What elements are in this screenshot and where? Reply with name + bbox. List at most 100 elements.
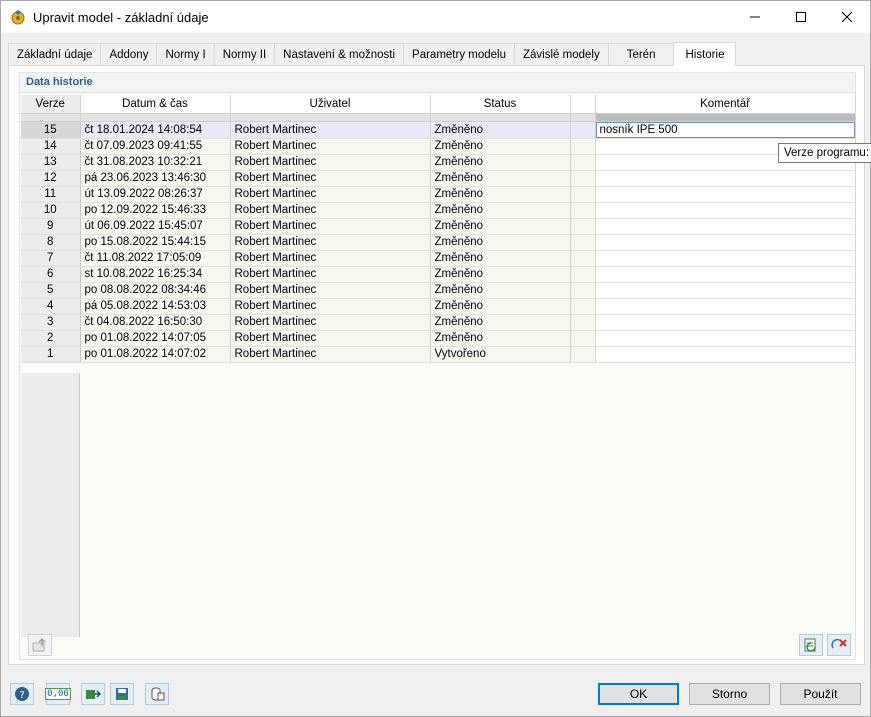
cell-comment[interactable]	[595, 282, 856, 299]
restore-version-button[interactable]	[799, 634, 823, 656]
cell-datetime: pá 05.08.2022 14:53:03	[80, 298, 231, 315]
table-row[interactable]: 7 čt 11.08.2022 17:05:09 Robert Martinec Zm…	[21, 250, 856, 267]
cell-spacer	[570, 170, 596, 187]
version-tooltip: Verze programu: 6	[778, 143, 871, 163]
tab-bar: Základní údaje Addony Normy I Normy II N…	[8, 42, 737, 66]
tab-normy-ii[interactable]: Normy II	[213, 43, 276, 65]
header-spacer	[570, 95, 596, 114]
header-status[interactable]: Status	[430, 95, 571, 114]
table-row[interactable]: 9 út 06.09.2022 15:45:07 Robert Martinec Zm…	[21, 218, 856, 235]
cell-status: Změněno	[430, 266, 571, 283]
header-comment[interactable]: Komentář	[595, 95, 856, 114]
maximize-button[interactable]	[778, 1, 824, 33]
cell-user: Robert Martinec	[230, 202, 431, 219]
cell-status: Vytvořeno	[430, 346, 571, 363]
cell-user: Robert Martinec	[230, 121, 431, 139]
cell-datetime: čt 04.08.2022 16:50:30	[80, 314, 231, 331]
cell-version: 13	[21, 154, 81, 171]
units-button[interactable]: 0,00	[45, 683, 71, 705]
delete-version-button[interactable]	[827, 634, 851, 656]
cell-status: Změněno	[430, 330, 571, 347]
cell-version: 8	[21, 234, 81, 251]
cell-datetime: út 13.09.2022 08:26:37	[80, 186, 231, 203]
cell-status: Změněno	[430, 170, 571, 187]
model-info-button[interactable]	[81, 683, 105, 705]
cell-version: 15	[21, 121, 81, 139]
cell-comment[interactable]	[595, 202, 856, 219]
tab-addony[interactable]: Addony	[100, 43, 158, 65]
cell-comment[interactable]	[595, 314, 856, 331]
cell-comment[interactable]	[595, 266, 856, 283]
window-title: Upravit model - základní údaje	[33, 9, 209, 25]
save-button[interactable]	[110, 683, 134, 705]
header-version[interactable]: Verze	[21, 95, 81, 114]
cell-version: 3	[21, 314, 81, 331]
table-row[interactable]: 14 čt 07.09.2023 09:41:55 Robert Martinec Z…	[21, 138, 856, 155]
cell-comment[interactable]	[595, 298, 856, 315]
table-row[interactable]: 3 čt 04.08.2022 16:50:30 Robert Martinec Zm…	[21, 314, 856, 331]
cell-comment[interactable]	[595, 186, 856, 203]
cell-version: 6	[21, 266, 81, 283]
cell-spacer	[570, 186, 596, 203]
cancel-button[interactable]: Storno	[689, 683, 770, 705]
dialog-window: Upravit model - základní údaje Základní …	[0, 0, 871, 717]
comment-input[interactable]: nosník IPE 500	[595, 121, 854, 137]
cell-status: Změněno	[430, 314, 571, 331]
tab-zavisle-modely[interactable]: Závislé modely	[514, 43, 609, 65]
cell-datetime: st 10.08.2022 16:25:34	[80, 266, 231, 283]
table-row[interactable]: 11 út 13.09.2022 08:26:37 Robert Martinec Z…	[21, 186, 856, 203]
table-row[interactable]: 12 pá 23.06.2023 13:46:30 Robert Martinec Z…	[21, 170, 856, 187]
tab-historie[interactable]: Historie	[673, 42, 737, 66]
table-row[interactable]: 6st 10.08.2022 16:25:34 Robert Martinec Zm…	[21, 266, 856, 283]
cell-comment[interactable]	[595, 330, 856, 347]
cell-datetime: čt 11.08.2022 17:05:09	[80, 250, 231, 267]
table-row[interactable]: 15 čt 18.01.2024 14:08:54 Robert Martinec Z…	[21, 121, 856, 139]
cell-version: 5	[21, 282, 81, 299]
table-row[interactable]: 5 po 08.08.2022 08:34:46 Robert Martinec Zm…	[21, 282, 856, 299]
tab-normy-i[interactable]: Normy I	[156, 43, 215, 65]
cell-user: Robert Martinec	[230, 154, 431, 171]
cell-comment[interactable]	[595, 234, 856, 251]
app-icon	[10, 9, 26, 25]
cell-status: Změněno	[430, 250, 571, 267]
help-icon: ?	[15, 687, 29, 701]
tab-teren[interactable]: Terén	[607, 43, 675, 65]
history-table: Verze Datum & čas Uživatel Status Koment…	[21, 95, 856, 363]
header-datetime[interactable]: Datum & čas	[80, 95, 231, 114]
cell-comment[interactable]	[595, 250, 856, 267]
close-button[interactable]	[824, 1, 870, 33]
cell-datetime: po 12.09.2022 15:46:33	[80, 202, 231, 219]
apply-button[interactable]: Použít	[780, 683, 861, 705]
header-user[interactable]: Uživatel	[230, 95, 431, 114]
minimize-button[interactable]	[732, 1, 778, 33]
tab-nastaveni-moznosti[interactable]: Nastavení & možnosti	[274, 43, 405, 65]
table-row[interactable]: 4 pá 05.08.2022 14:53:03 Robert Martinec Zm…	[21, 298, 856, 315]
table-row[interactable]: 2 po 01.08.2022 14:07:05 Robert Martinec Zm…	[21, 330, 856, 347]
cell-user: Robert Martinec	[230, 138, 431, 155]
cell-comment[interactable]	[595, 346, 856, 363]
export-button[interactable]	[28, 634, 52, 656]
database-button[interactable]	[145, 683, 169, 705]
cell-comment[interactable]	[595, 170, 856, 187]
cell-user: Robert Martinec	[230, 330, 431, 347]
cell-comment[interactable]	[595, 218, 856, 235]
cell-status: Změněno	[430, 202, 571, 219]
title-bar: Upravit model - základní údaje	[1, 1, 870, 33]
restore-icon	[804, 638, 816, 652]
cell-user: Robert Martinec	[230, 170, 431, 187]
cell-comment[interactable]: nosník IPE 500	[595, 121, 856, 139]
ok-button[interactable]: OK	[598, 683, 679, 705]
tab-parametry-modelu[interactable]: Parametry modelu	[403, 43, 515, 65]
history-panel: Data historie Verze Datum & čas Uživatel	[19, 72, 856, 660]
table-row[interactable]: 10 po 12.09.2022 15:46:33 Robert Martinec Z…	[21, 202, 856, 219]
cell-datetime: út 06.09.2022 15:45:07	[80, 218, 231, 235]
units-icon: 0,00	[45, 688, 71, 700]
maximize-icon	[796, 12, 806, 22]
save-icon	[116, 688, 128, 700]
tab-zakladni-udaje[interactable]: Základní údaje	[8, 43, 102, 65]
table-row[interactable]: 13 čt 31.08.2023 10:32:21 Robert Martinec Z…	[21, 154, 856, 171]
cell-spacer	[570, 330, 596, 347]
table-row[interactable]: 8 po 15.08.2022 15:44:15 Robert Martinec Zm…	[21, 234, 856, 251]
table-row[interactable]: 1 po 01.08.2022 14:07:02 Robert Martinec Vy…	[21, 346, 856, 363]
help-button[interactable]: ?	[10, 683, 34, 705]
